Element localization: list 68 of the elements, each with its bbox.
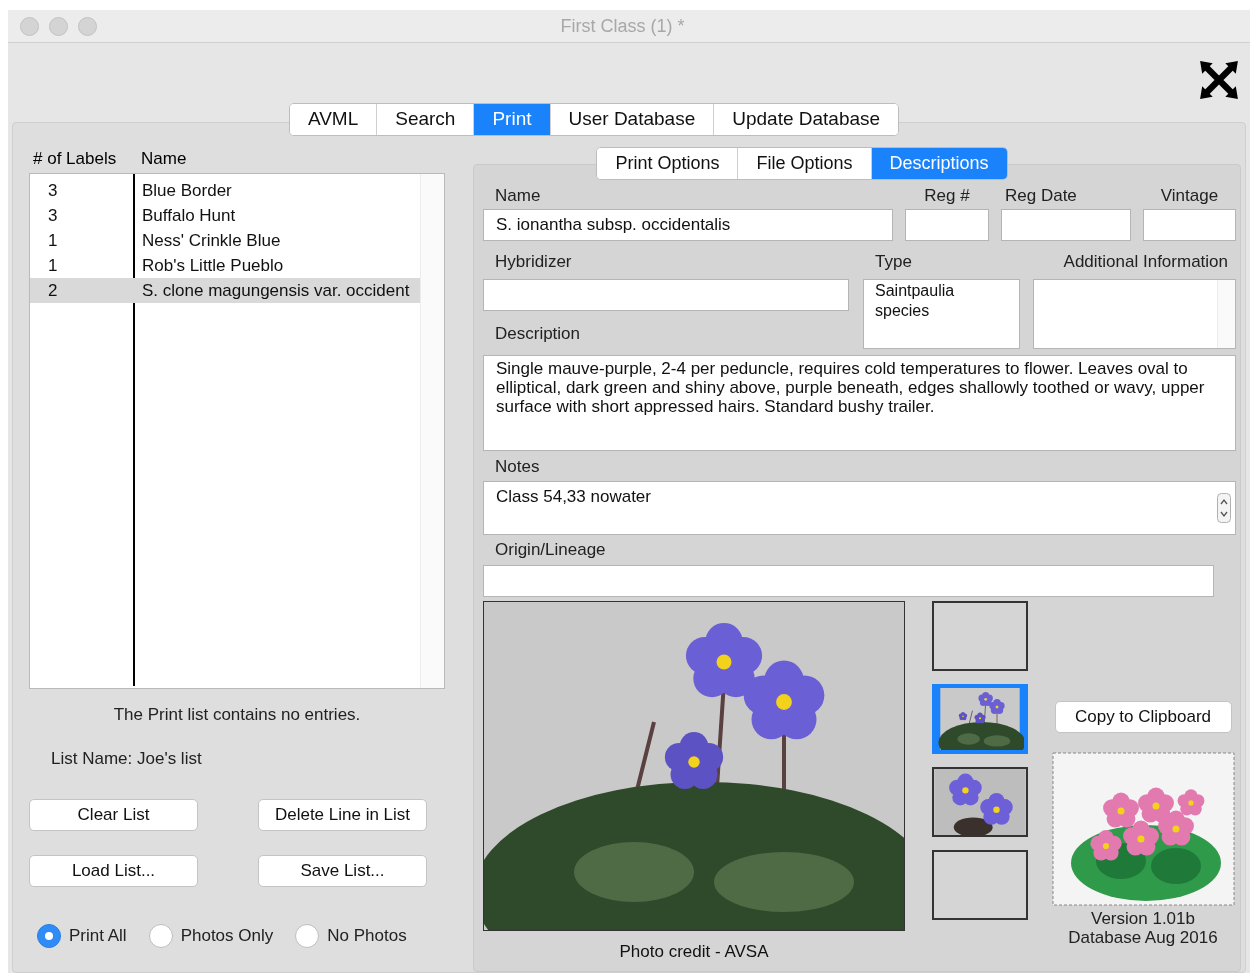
radio-label: Photos Only — [180, 925, 274, 947]
list-button[interactable]: Clear List — [29, 799, 198, 831]
list-row[interactable]: 1 Ness' Crinkle Blue — [30, 228, 420, 253]
notes-field[interactable]: Class 54,33 nowater — [483, 481, 1236, 535]
scrollbar-track[interactable] — [420, 174, 444, 688]
window-zoom-control[interactable] — [78, 16, 97, 36]
hybridizer-field[interactable] — [483, 279, 849, 311]
radio-label: No Photos — [327, 925, 407, 947]
field-label: Notes — [494, 456, 541, 478]
list-row[interactable]: 2 S. clone magungensis var. occident — [30, 278, 420, 303]
database-text: Database Aug 2016 — [1068, 928, 1218, 947]
list-row[interactable]: 3 Buffalo Hunt — [30, 203, 420, 228]
window-title: First Class (1) * — [559, 14, 686, 38]
detail-tab[interactable]: Print Options — [597, 148, 739, 179]
close-icon[interactable] — [1198, 59, 1240, 101]
plant-name: Buffalo Hunt — [142, 204, 236, 227]
radio-button[interactable] — [148, 923, 173, 948]
additional-information-field[interactable] — [1033, 279, 1236, 349]
list-button[interactable]: Load List... — [29, 855, 198, 887]
copy-to-clipboard-button[interactable]: Copy to Clipboard — [1054, 701, 1232, 733]
field-label: Vintage — [1159, 185, 1220, 207]
plant-name: S. clone magungensis var. occident — [142, 279, 410, 302]
window-minimize-control[interactable] — [49, 16, 68, 36]
field-label: Additional Information — [1062, 251, 1229, 273]
stepper-icon[interactable] — [1217, 493, 1231, 523]
label-count: 2 — [47, 279, 59, 302]
list-row[interactable]: 3 Blue Border — [30, 178, 420, 203]
status-text: The Print list contains no entries. — [112, 704, 362, 726]
list-button[interactable]: Save List... — [258, 855, 427, 887]
label-count: 1 — [47, 229, 59, 252]
photo-credit: Photo credit - AVSA — [618, 941, 770, 963]
field-label: Hybridizer — [494, 251, 573, 273]
photo-thumbnail[interactable] — [932, 850, 1028, 920]
photo-thumbnail[interactable] — [932, 601, 1028, 671]
radio-button[interactable] — [37, 923, 61, 948]
column-header: Name — [141, 148, 187, 171]
list-row[interactable]: 1 Rob's Little Pueblo — [30, 253, 420, 278]
label-count: 1 — [47, 254, 59, 277]
list-button[interactable]: Delete Line in List — [258, 799, 427, 831]
field-label: Type — [874, 251, 913, 273]
main-tab[interactable]: AVML — [289, 104, 378, 135]
field-label: Reg Date — [1004, 185, 1078, 207]
scrollbar-track[interactable] — [1217, 280, 1235, 348]
plant-name: Ness' Crinkle Blue — [142, 229, 281, 252]
field-label: Name — [494, 185, 542, 207]
description-field[interactable]: Single mauve-purple, 2-4 per peduncle, requires cold temperatures to flower. Leaves oval to elliptical, dark green and shiny above, purple beneath, edges shallowly toothed or wavy, upper surface with short appressed hairs. Standard bushy trailer. — [483, 355, 1236, 451]
origin-field[interactable] — [483, 565, 1214, 597]
field-label: Description — [494, 323, 582, 345]
list-name-text: List Name: Joe's list — [50, 747, 203, 770]
reg-number-field[interactable] — [905, 209, 989, 241]
reg-date-field[interactable] — [1001, 209, 1131, 241]
radio-label: Print All — [69, 925, 127, 947]
label-count: 3 — [47, 204, 59, 227]
notes-text: Class 54,33 nowater — [495, 486, 652, 508]
plant-name: Rob's Little Pueblo — [142, 254, 284, 277]
plant-name: Blue Border — [142, 179, 232, 202]
column-header: # of Labels — [32, 148, 118, 171]
radio-button[interactable] — [295, 923, 320, 948]
name-field[interactable]: S. ionantha subsp. occidentalis — [483, 209, 893, 241]
vintage-field[interactable] — [1143, 209, 1236, 241]
type-field[interactable]: Saintpaulia species — [863, 279, 1020, 349]
field-label: Origin/Lineage — [494, 539, 607, 561]
main-tab[interactable]: Print — [474, 104, 551, 135]
detail-tab[interactable]: Descriptions — [871, 148, 1007, 179]
field-label: Reg # — [923, 185, 971, 207]
window-close-control[interactable] — [20, 16, 39, 36]
label-count: 3 — [47, 179, 59, 202]
version-text: Version 1.01b — [1091, 909, 1195, 928]
